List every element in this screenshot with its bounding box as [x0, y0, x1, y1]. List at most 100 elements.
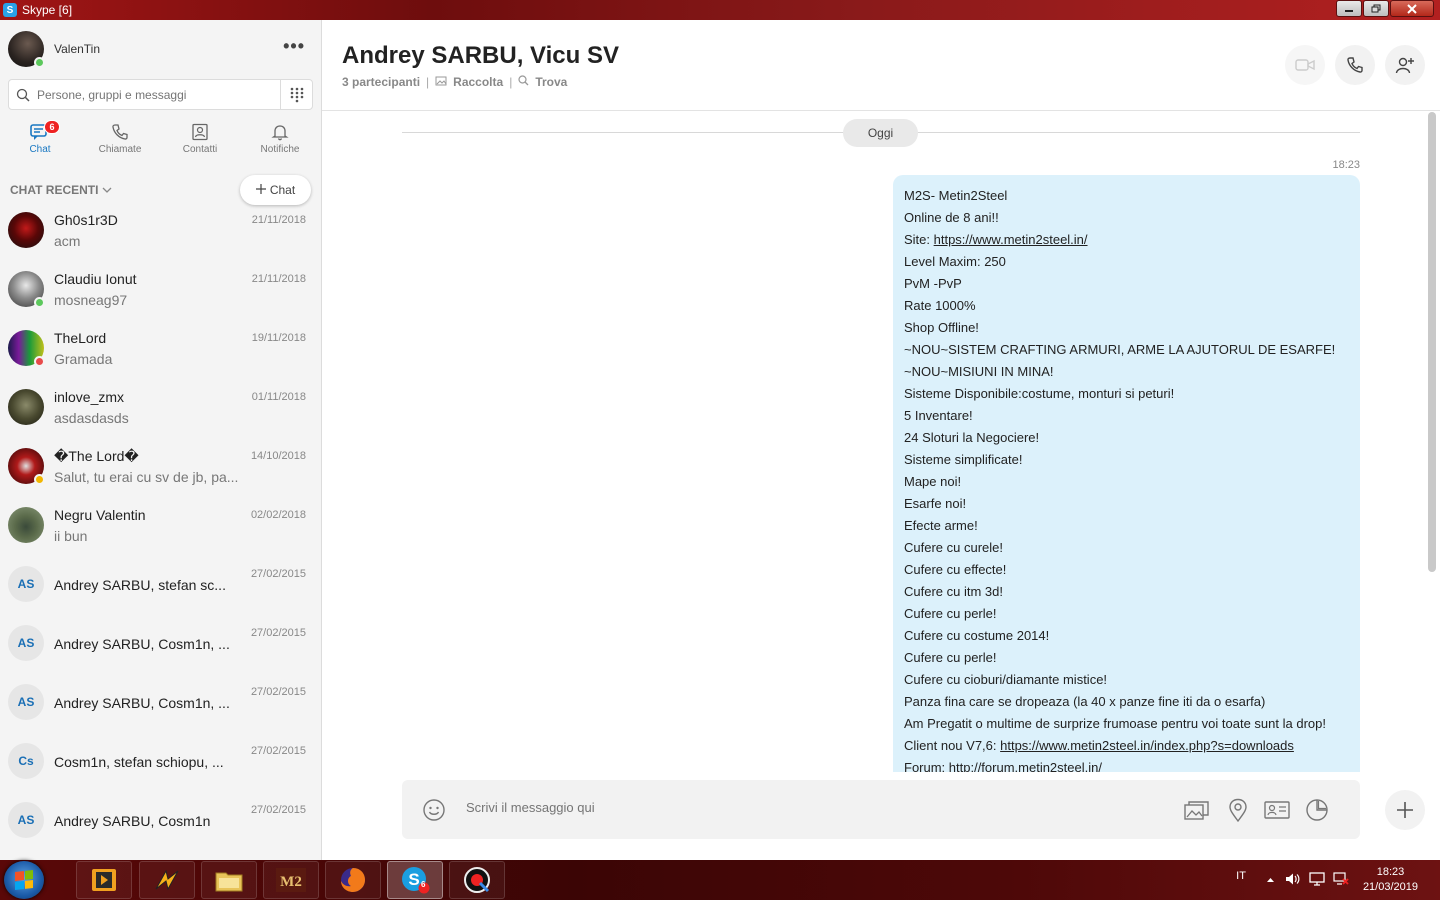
- audio-call-button[interactable]: [1335, 45, 1375, 85]
- find-icon: [518, 75, 529, 89]
- chat-name: Andrey SARBU, Cosm1n, ...: [54, 695, 230, 711]
- message-line: Client nou V7,6: https://www.metin2steel…: [904, 735, 1349, 757]
- message-input[interactable]: [466, 800, 1066, 815]
- participants-link[interactable]: 3 partecipanti: [342, 75, 420, 89]
- profile-name[interactable]: ValenTin: [54, 42, 100, 56]
- network-button[interactable]: [1333, 871, 1349, 889]
- search-box: [8, 79, 313, 110]
- message-line: Sisteme Disponibile:costume, monturi si …: [904, 386, 1175, 401]
- conversation-pane: Andrey SARBU, Vicu SV 3 partecipanti | R…: [322, 20, 1440, 860]
- chat-name: TheLord: [54, 330, 107, 346]
- taskbar-recorder[interactable]: [449, 861, 505, 899]
- skype-taskbar-badge: 6: [421, 880, 426, 889]
- show-hidden-icons-button[interactable]: [1266, 874, 1275, 886]
- language-indicator[interactable]: IT: [1236, 870, 1246, 882]
- message-line: Cufere cu cioburi/diamante mistice!: [904, 672, 1108, 687]
- contact-avatar: [8, 448, 45, 485]
- chat-name: Andrey SARBU, stefan sc...: [54, 577, 226, 593]
- find-link[interactable]: Trova: [535, 75, 567, 89]
- chat-date: 27/02/2015: [250, 686, 306, 698]
- tab-contacts[interactable]: Contatti: [160, 120, 240, 164]
- list-item[interactable]: AS Andrey SARBU, Cosm1n, ... 27/02/2015: [0, 674, 321, 733]
- online-status-indicator: [34, 57, 45, 68]
- more-options-button[interactable]: •••: [283, 36, 305, 57]
- client-download-link[interactable]: https://www.metin2steel.in/index.php?s=d…: [1000, 738, 1294, 753]
- list-item[interactable]: TheLord Gramada 19/11/2018: [0, 320, 321, 379]
- new-chat-label: Chat: [269, 183, 296, 197]
- send-location-button[interactable]: [1225, 797, 1251, 823]
- message-line: Sisteme simplificate!: [904, 452, 1023, 467]
- add-person-icon: [1395, 57, 1414, 74]
- chat-name: Andrey SARBU, Cosm1n: [54, 813, 211, 829]
- phone-icon: [111, 120, 129, 144]
- day-label: Oggi: [843, 119, 918, 147]
- list-item[interactable]: Claudiu Ionut mosneag97 21/11/2018: [0, 261, 321, 320]
- message-line: Efecte arme!: [904, 518, 978, 533]
- away-status-indicator: [34, 474, 45, 485]
- list-item[interactable]: Gh0s1r3D acm 21/11/2018: [0, 208, 321, 261]
- emoji-button[interactable]: [422, 798, 446, 825]
- list-item[interactable]: Negru Valentin ii bun 02/02/2018: [0, 497, 321, 556]
- gallery-icon: [435, 75, 447, 89]
- dialpad-button[interactable]: [280, 80, 312, 109]
- group-avatar: AS: [8, 684, 44, 720]
- list-item[interactable]: Cs Cosm1n, stefan schiopu, ... 27/02/201…: [0, 733, 321, 792]
- profile-avatar[interactable]: [8, 31, 45, 68]
- chat-date: 27/02/2015: [250, 627, 306, 639]
- add-participant-button[interactable]: [1385, 45, 1425, 85]
- taskbar-firefox[interactable]: [325, 861, 381, 899]
- close-window-button[interactable]: [1390, 0, 1434, 17]
- list-item[interactable]: inlove_zmx asdasdasds 01/11/2018: [0, 379, 321, 438]
- tab-chat[interactable]: 6 Chat: [0, 120, 80, 164]
- winamp-icon: [155, 869, 179, 891]
- new-chat-button[interactable]: Chat: [240, 175, 311, 205]
- site-link[interactable]: https://www.metin2steel.in/: [934, 232, 1088, 247]
- action-center-button[interactable]: [1309, 871, 1325, 889]
- conversation-header: Andrey SARBU, Vicu SV 3 partecipanti | R…: [322, 20, 1440, 111]
- message-line-text: Site:: [904, 232, 934, 247]
- contact-avatar: [8, 271, 45, 308]
- svg-text:S: S: [408, 870, 419, 889]
- tab-notifications[interactable]: Notifiche: [240, 120, 320, 164]
- minimize-icon: [1345, 9, 1353, 12]
- taskbar-skype[interactable]: S 6: [387, 861, 443, 899]
- maximize-button[interactable]: [1363, 0, 1389, 17]
- skype-icon: S: [402, 867, 430, 894]
- taskbar-winamp[interactable]: [139, 861, 195, 899]
- chat-last-message: mosneag97: [54, 292, 128, 308]
- window-controls: [1336, 0, 1434, 17]
- list-item[interactable]: AS Andrey SARBU, stefan sc... 27/02/2015: [0, 556, 321, 615]
- tab-chat-label: Chat: [29, 144, 51, 155]
- list-item[interactable]: �The Lord� Salut, tu erai cu sv de jb, p…: [0, 438, 321, 497]
- gallery-link[interactable]: Raccolta: [453, 75, 503, 89]
- volume-button[interactable]: [1285, 872, 1301, 889]
- volume-icon: [1285, 873, 1300, 884]
- chat-name: Claudiu Ionut: [54, 271, 137, 287]
- contact-avatar: [8, 507, 44, 543]
- create-poll-button[interactable]: [1304, 797, 1330, 823]
- minimize-button[interactable]: [1336, 0, 1362, 17]
- sidebar: ValenTin ••• 6 Chat Chiamate: [0, 20, 322, 860]
- media-gallery-icon: [1184, 801, 1209, 820]
- video-call-button[interactable]: [1285, 45, 1325, 85]
- list-item[interactable]: AS Andrey SARBU, Cosm1n, ... 27/02/2015: [0, 615, 321, 674]
- message-line: Level Maxim: 250: [904, 254, 1006, 269]
- taskbar-file-explorer[interactable]: [201, 861, 257, 899]
- message-bubble[interactable]: M2S- Metin2Steel Online de 8 ani!! Site:…: [893, 175, 1360, 772]
- message-line: ~NOU~MISIUNI IN MINA!: [904, 364, 1054, 379]
- send-contact-button[interactable]: [1264, 797, 1290, 823]
- recent-chats-header[interactable]: CHAT RECENTI: [10, 183, 112, 197]
- taskbar-metin2[interactable]: M2: [263, 861, 319, 899]
- search-input[interactable]: [37, 87, 280, 102]
- more-actions-button[interactable]: [1385, 790, 1425, 830]
- message-line-text: Client nou V7,6:: [904, 738, 1001, 753]
- message-scrollbar[interactable]: [1428, 112, 1436, 572]
- taskbar-clock[interactable]: 18:23 21/03/2019: [1363, 865, 1418, 895]
- conversation-title[interactable]: Andrey SARBU, Vicu SV: [342, 42, 619, 70]
- tab-calls[interactable]: Chiamate: [80, 120, 160, 164]
- start-button[interactable]: [4, 861, 44, 899]
- send-media-button[interactable]: [1184, 797, 1210, 823]
- chat-last-message: ii bun: [54, 528, 88, 544]
- list-item[interactable]: AS Andrey SARBU, Cosm1n 27/02/2015: [0, 792, 321, 851]
- taskbar-media-player[interactable]: [76, 861, 132, 899]
